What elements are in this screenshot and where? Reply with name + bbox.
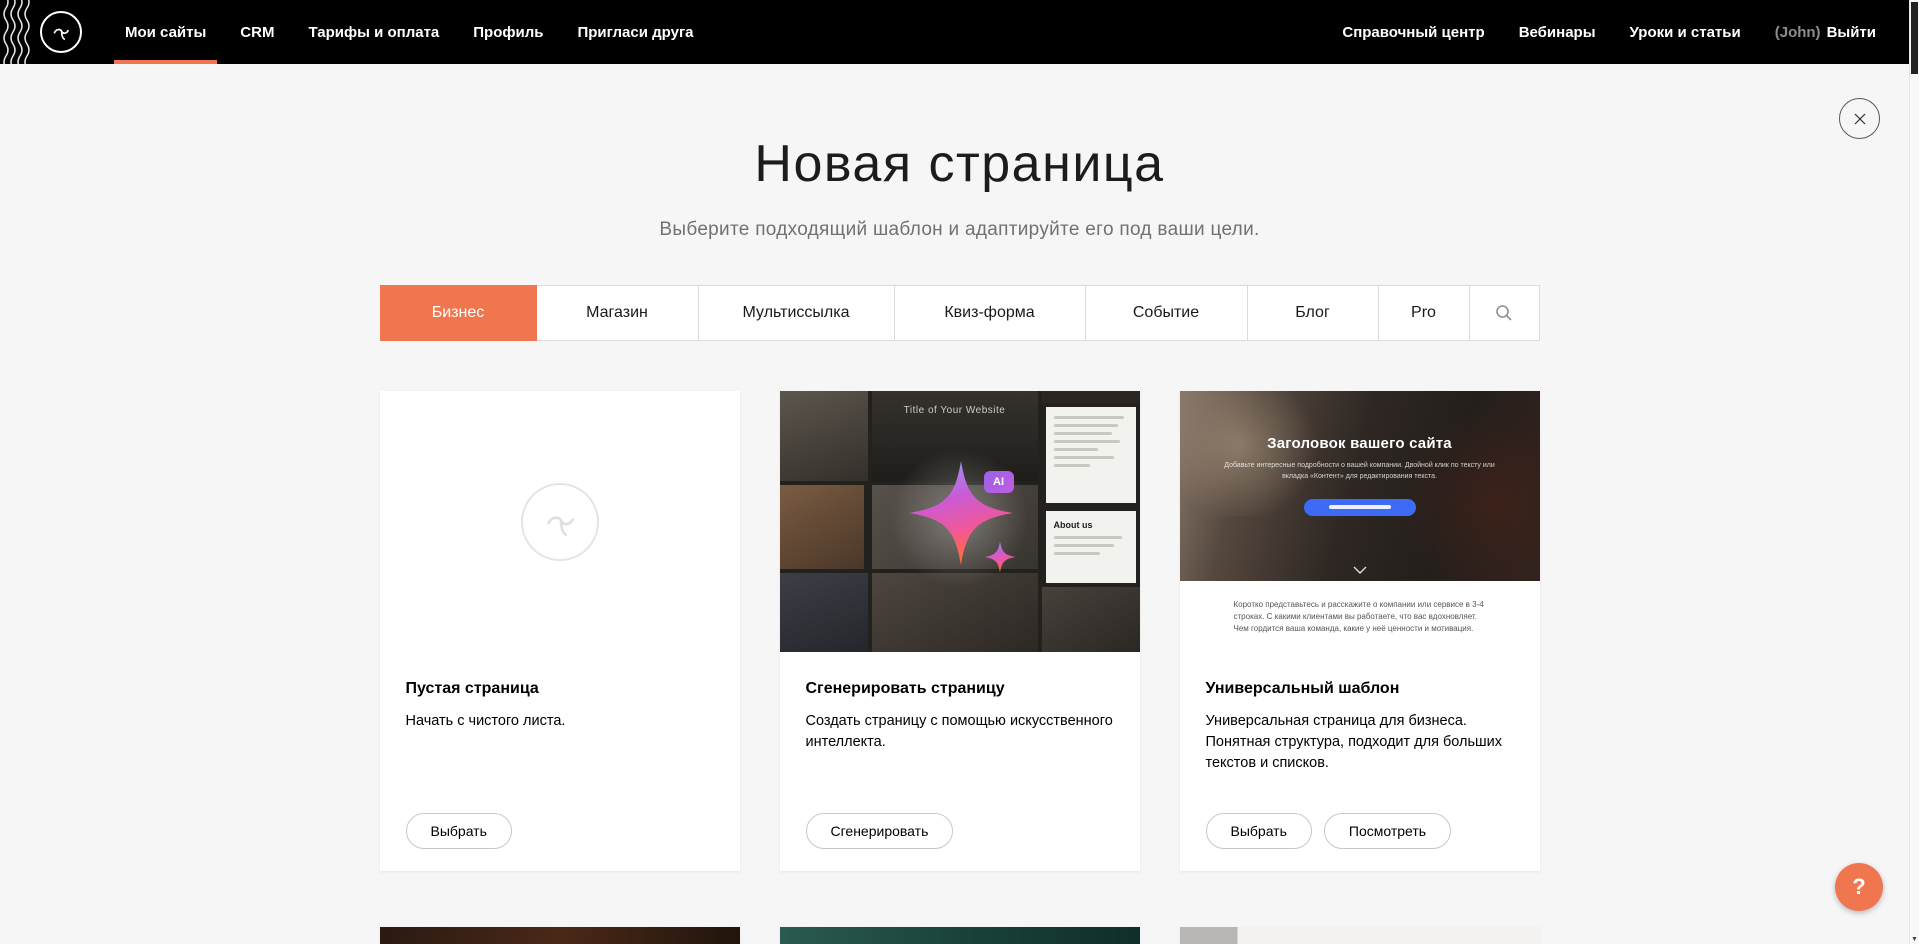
top-navbar: Мои сайты CRM Тарифы и оплата Профиль Пр… xyxy=(0,0,1919,64)
template-hero-subtitle: Добавьте интересные подробности о вашей … xyxy=(1223,461,1497,483)
new-page-dialog: Новая страница Выберите подходящий шабло… xyxy=(0,64,1919,944)
page-scrollbar[interactable]: ▼ xyxy=(1909,0,1919,944)
preview-text-panel xyxy=(1046,407,1136,503)
generate-button[interactable]: Сгенерировать xyxy=(806,813,954,849)
scrollbar-thumb[interactable] xyxy=(1911,2,1918,74)
photo-tile xyxy=(780,391,868,481)
logout-link[interactable]: Выйти xyxy=(1827,24,1876,41)
tilda-logo-icon xyxy=(48,19,74,45)
about-us-label: About us xyxy=(1054,520,1128,530)
photo-tile xyxy=(780,573,868,652)
tab-quiz-form[interactable]: Квиз-форма xyxy=(895,285,1086,341)
card-title: Пустая страница xyxy=(406,680,714,698)
template-hero-title: Заголовок вашего сайта xyxy=(1267,435,1452,452)
page-title: Новая страница xyxy=(0,64,1919,193)
nav-invite-friend[interactable]: Пригласи друга xyxy=(560,0,710,64)
tab-pro[interactable]: Pro xyxy=(1379,285,1470,341)
card-description: Создать страницу с помощью искусственног… xyxy=(806,711,1114,753)
card-blank-page: Пустая страница Начать с чистого листа. … xyxy=(380,391,740,871)
template-cards-row-2 xyxy=(380,927,1540,944)
page-subtitle: Выберите подходящий шаблон и адаптируйте… xyxy=(0,219,1919,241)
nav-profile[interactable]: Профиль xyxy=(456,0,560,64)
template-body-section: Коротко представьтесь и расскажите о ком… xyxy=(1180,581,1540,652)
template-hero: Заголовок вашего сайта Добавьте интересн… xyxy=(1180,391,1540,581)
photo-tile xyxy=(1042,587,1140,652)
card-ai-generate: About us Title of Your Website xyxy=(780,391,1140,871)
photo-tile xyxy=(1042,391,1140,403)
card-buttons: Выбрать xyxy=(406,813,714,849)
preview-universal-button[interactable]: Посмотреть xyxy=(1324,813,1451,849)
nav-tariffs[interactable]: Тарифы и оплата xyxy=(291,0,456,64)
ai-sparkle-icon xyxy=(876,435,1046,605)
chevron-down-icon xyxy=(1353,566,1367,574)
scrollbar-down-arrow-icon[interactable]: ▼ xyxy=(1910,936,1919,943)
search-icon xyxy=(1495,304,1513,322)
close-button[interactable] xyxy=(1839,98,1880,139)
tab-shop[interactable]: Магазин xyxy=(537,285,699,341)
preview-about-panel: About us xyxy=(1046,511,1136,583)
template-hero-button xyxy=(1304,499,1416,516)
tab-event[interactable]: Событие xyxy=(1086,285,1248,341)
nav-user-logout[interactable]: (John) Выйти xyxy=(1758,0,1893,64)
close-icon xyxy=(1852,111,1868,127)
nav-crm[interactable]: CRM xyxy=(223,0,291,64)
help-button[interactable]: ? xyxy=(1835,863,1883,911)
zigzag-decoration xyxy=(0,0,30,64)
nav-my-sites[interactable]: Мои сайты xyxy=(108,0,223,64)
photo-tile xyxy=(780,485,864,569)
ai-badge: AI xyxy=(984,471,1014,493)
tilda-logo[interactable] xyxy=(40,11,82,53)
ai-generate-preview[interactable]: About us Title of Your Website xyxy=(780,391,1140,652)
nav-help-center[interactable]: Справочный центр xyxy=(1325,0,1501,64)
card-title: Сгенерировать страницу xyxy=(806,680,1114,698)
blank-page-preview[interactable] xyxy=(380,391,740,652)
select-universal-button[interactable]: Выбрать xyxy=(1206,813,1312,849)
nav-webinars[interactable]: Вебинары xyxy=(1502,0,1613,64)
template-card[interactable] xyxy=(780,927,1140,944)
template-card-preview xyxy=(1180,927,1540,944)
template-card-preview xyxy=(380,927,740,944)
preview-site-title: Title of Your Website xyxy=(872,405,1038,416)
user-name: (John) xyxy=(1775,24,1821,41)
card-universal-template: Заголовок вашего сайта Добавьте интересн… xyxy=(1180,391,1540,871)
card-description: Начать с чистого листа. xyxy=(406,711,714,732)
card-body: Универсальный шаблон Универсальная стран… xyxy=(1180,652,1540,871)
template-body-text: Коротко представьтесь и расскажите о ком… xyxy=(1234,599,1486,635)
template-category-tabs: Бизнес Магазин Мультиссылка Квиз-форма С… xyxy=(380,285,1540,341)
template-cards-row-1: Пустая страница Начать с чистого листа. … xyxy=(380,391,1540,871)
template-card-preview xyxy=(780,927,1140,944)
main-menu: Мои сайты CRM Тарифы и оплата Профиль Пр… xyxy=(108,0,711,64)
tab-business[interactable]: Бизнес xyxy=(380,285,537,341)
tilda-watermark-icon xyxy=(521,483,599,561)
tab-multilink[interactable]: Мультиссылка xyxy=(699,285,895,341)
universal-template-preview[interactable]: Заголовок вашего сайта Добавьте интересн… xyxy=(1180,391,1540,652)
nav-lessons-articles[interactable]: Уроки и статьи xyxy=(1613,0,1758,64)
template-card[interactable] xyxy=(1180,927,1540,944)
template-card[interactable] xyxy=(380,927,740,944)
secondary-menu: Справочный центр Вебинары Уроки и статьи… xyxy=(1325,0,1893,64)
card-body: Сгенерировать страницу Создать страницу … xyxy=(780,652,1140,871)
card-body: Пустая страница Начать с чистого листа. … xyxy=(380,652,740,871)
card-title: Универсальный шаблон xyxy=(1206,680,1514,698)
tab-blog[interactable]: Блог xyxy=(1248,285,1379,341)
card-description: Универсальная страница для бизнеса. Поня… xyxy=(1206,711,1514,774)
card-buttons: Сгенерировать xyxy=(806,813,1114,849)
tab-search[interactable] xyxy=(1470,285,1540,341)
select-blank-button[interactable]: Выбрать xyxy=(406,813,512,849)
card-buttons: Выбрать Посмотреть xyxy=(1206,813,1514,849)
